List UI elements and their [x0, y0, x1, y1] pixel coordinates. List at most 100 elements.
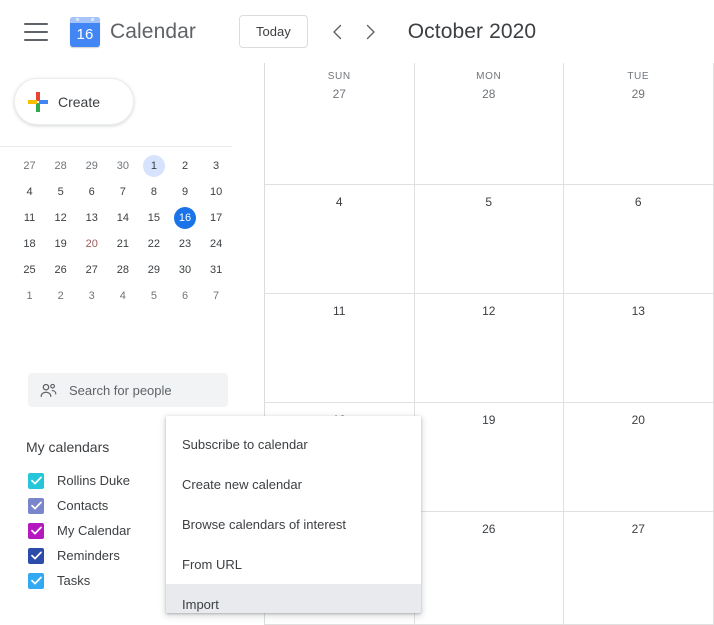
mini-calendar-day[interactable]: 4 [107, 283, 138, 309]
calendar-visibility-checkbox[interactable] [28, 522, 44, 539]
mini-calendar[interactable]: 27 28 29 30 1 2 3 4 5 6 7 8 9 10 11 12 13 14 15 16 17 18 19 20 2… [14, 153, 232, 309]
calendar-visibility-checkbox[interactable] [28, 497, 44, 514]
month-grid-day-cell[interactable]: MON 28 [415, 63, 564, 184]
previous-period-button[interactable] [320, 15, 354, 49]
mini-calendar-day[interactable]: 1 [14, 283, 45, 309]
next-period-button[interactable] [354, 15, 388, 49]
menu-item-from-url[interactable]: From URL [166, 544, 421, 584]
mini-calendar-day[interactable]: 22 [138, 231, 169, 257]
menu-item-browse-calendars-of-interest[interactable]: Browse calendars of interest [166, 504, 421, 544]
calendar-list-item-label: Contacts [57, 498, 109, 513]
today-button[interactable]: Today [239, 15, 308, 48]
mini-calendar-day[interactable]: 26 [45, 257, 76, 283]
hamburger-icon[interactable] [24, 22, 48, 41]
month-grid-day-cell[interactable]: 5 [415, 185, 564, 293]
month-grid-day-cell[interactable]: 11 [265, 294, 415, 402]
month-grid-day-cell[interactable]: 27 [564, 512, 714, 624]
mini-calendar-day[interactable]: 3 [76, 283, 107, 309]
mini-calendar-day[interactable]: 25 [14, 257, 45, 283]
month-grid-day-cell[interactable]: 20 [564, 403, 714, 511]
mini-calendar-day-number: 12 [54, 212, 67, 224]
mini-calendar-day[interactable]: 4 [14, 179, 45, 205]
mini-calendar-day[interactable]: 29 [138, 257, 169, 283]
mini-calendar-day[interactable]: 31 [201, 257, 232, 283]
mini-calendar-day[interactable]: 3 [201, 153, 232, 179]
mini-calendar-day[interactable]: 30 [107, 153, 138, 179]
mini-calendar-day[interactable]: 1 [138, 153, 169, 179]
mini-calendar-day[interactable]: 5 [138, 283, 169, 309]
create-button[interactable]: Create [14, 78, 134, 125]
mini-calendar-day[interactable]: 21 [107, 231, 138, 257]
add-calendar-menu: Subscribe to calendar Create new calendar… [166, 416, 421, 613]
mini-calendar-day[interactable]: 10 [201, 179, 232, 205]
day-number[interactable]: 6 [635, 193, 642, 211]
mini-calendar-day[interactable]: 2 [45, 283, 76, 309]
month-grid-day-cell[interactable]: SUN 27 [265, 63, 415, 184]
mini-calendar-day[interactable]: 14 [107, 205, 138, 231]
mini-calendar-day-number: 5 [150, 290, 157, 302]
hamburger-line [24, 38, 48, 41]
mini-calendar-day[interactable]: 11 [14, 205, 45, 231]
mini-calendar-day-number: 9 [181, 186, 189, 198]
mini-calendar-day[interactable]: 12 [45, 205, 76, 231]
mini-calendar-day[interactable]: 17 [201, 205, 232, 231]
day-number[interactable]: 29 [632, 85, 645, 103]
search-for-people-input[interactable]: Search for people [28, 373, 228, 407]
calendar-list-item-label: My Calendar [57, 523, 131, 538]
month-grid-day-cell[interactable]: 4 [265, 185, 415, 293]
month-grid-day-cell[interactable]: 19 [415, 403, 564, 511]
mini-calendar-day[interactable]: 18 [14, 231, 45, 257]
month-grid-day-cell[interactable]: 13 [564, 294, 714, 402]
day-number[interactable]: 27 [632, 520, 645, 538]
menu-item-subscribe-to-calendar[interactable]: Subscribe to calendar [166, 424, 421, 464]
month-grid-day-cell[interactable]: TUE 29 [564, 63, 714, 184]
day-number[interactable]: 26 [482, 520, 495, 538]
mini-calendar-day[interactable]: 19 [45, 231, 76, 257]
mini-calendar-day[interactable]: 6 [169, 283, 200, 309]
mini-calendar-day[interactable]: 27 [76, 257, 107, 283]
menu-item-create-new-calendar[interactable]: Create new calendar [166, 464, 421, 504]
day-number[interactable]: 5 [485, 193, 492, 211]
mini-calendar-day-number: 22 [147, 238, 161, 250]
mini-calendar-day[interactable]: 28 [45, 153, 76, 179]
mini-calendar-day[interactable]: 30 [169, 257, 200, 283]
calendar-visibility-checkbox[interactable] [28, 472, 44, 489]
day-number[interactable]: 20 [632, 411, 645, 429]
mini-calendar-day[interactable]: 24 [201, 231, 232, 257]
mini-calendar-day[interactable]: 6 [76, 179, 107, 205]
menu-item-import[interactable]: Import [166, 584, 421, 613]
calendar-visibility-checkbox[interactable] [28, 572, 44, 589]
mini-calendar-day[interactable]: 29 [76, 153, 107, 179]
mini-calendar-day[interactable]: 13 [76, 205, 107, 231]
mini-calendar-day[interactable]: 8 [138, 179, 169, 205]
app-logo-link[interactable]: 16 Calendar [70, 16, 196, 47]
mini-calendar-day[interactable]: 7 [107, 179, 138, 205]
calendar-visibility-checkbox[interactable] [28, 547, 44, 564]
mini-calendar-day[interactable]: 20 [76, 231, 107, 257]
month-grid-day-cell[interactable]: 26 [415, 512, 564, 624]
month-grid-day-cell[interactable]: 6 [564, 185, 714, 293]
mini-calendar-day[interactable]: 23 [169, 231, 200, 257]
mini-calendar-day[interactable]: 7 [201, 283, 232, 309]
mini-calendar-week: 18 19 20 21 22 23 24 [14, 231, 232, 257]
day-number[interactable]: 28 [482, 85, 495, 103]
mini-calendar-day[interactable]: 5 [45, 179, 76, 205]
day-number[interactable]: 4 [336, 193, 343, 211]
day-number[interactable]: 19 [482, 411, 495, 429]
day-number[interactable]: 11 [333, 302, 345, 320]
day-number[interactable]: 13 [632, 302, 645, 320]
day-number[interactable]: 27 [333, 85, 346, 103]
mini-calendar-day[interactable]: 2 [169, 153, 200, 179]
mini-calendar-day-number: 2 [181, 160, 189, 172]
mini-calendar-day[interactable]: 15 [138, 205, 169, 231]
mini-calendar-day-number: 1 [26, 290, 33, 302]
mini-calendar-day[interactable]: 16 [169, 205, 200, 231]
mini-calendar-day[interactable]: 27 [14, 153, 45, 179]
mini-calendar-day[interactable]: 9 [169, 179, 200, 205]
day-number[interactable]: 12 [482, 302, 495, 320]
mini-calendar-day[interactable]: 28 [107, 257, 138, 283]
month-grid-day-cell[interactable]: 12 [415, 294, 564, 402]
mini-calendar-day-number: 16 [174, 207, 197, 229]
other-calendars-section-header[interactable]: Other calendars [26, 616, 226, 625]
calendar-app: 16 Calendar Today October 2020 Create 27… [0, 0, 714, 625]
